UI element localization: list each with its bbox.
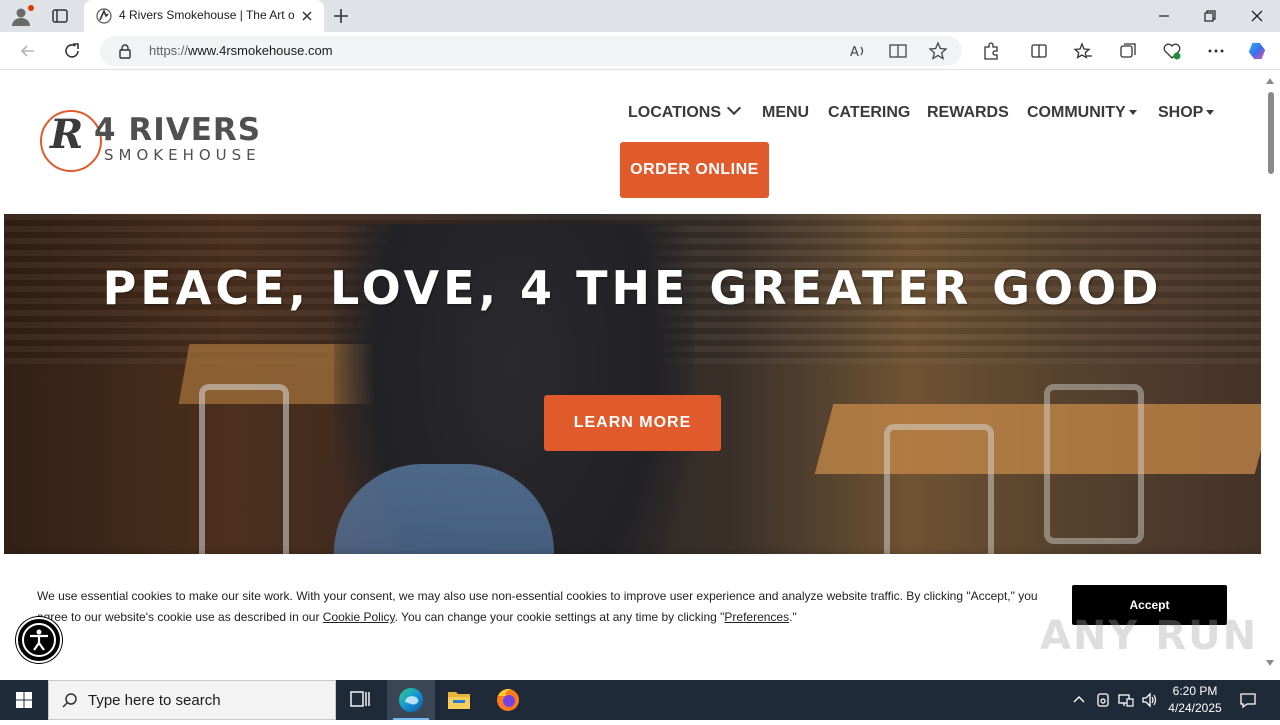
hero-table-right [814, 404, 1261, 474]
network-icon[interactable] [1117, 691, 1135, 709]
notification-dot [28, 5, 34, 11]
lock-icon[interactable] [118, 43, 132, 59]
start-button[interactable] [0, 680, 48, 720]
caret-down-icon [1128, 110, 1137, 116]
cookie-message: We use essential cookies to make our sit… [37, 589, 1038, 624]
immersive-reader-icon[interactable] [888, 41, 908, 61]
restore-icon[interactable] [1200, 6, 1220, 26]
search-placeholder: Type here to search [88, 692, 221, 709]
learn-more-button[interactable]: LEARN MORE [544, 395, 721, 451]
windows-taskbar: Type here to search 6:20 PM 4/24/2025 [0, 680, 1280, 720]
browser-essentials-icon[interactable] [1162, 41, 1182, 61]
site-viewport: R 4 RIVERS SMOKEHOUSE LOCATIONS MENU CAT… [4, 70, 1261, 680]
hero-chair [1044, 384, 1144, 544]
extensions-icon[interactable] [981, 41, 1001, 61]
refresh-icon[interactable] [62, 41, 82, 61]
scroll-thumb[interactable] [1268, 92, 1274, 174]
site-logo[interactable]: R 4 RIVERS SMOKEHOUSE [40, 108, 288, 174]
tab-active[interactable]: 4 Rivers Smokehouse | The Art of [84, 0, 324, 32]
split-screen-icon[interactable] [1029, 41, 1049, 61]
url-text[interactable]: https://www.4rsmokehouse.com [149, 43, 333, 58]
page-scrollbar[interactable] [1261, 70, 1280, 680]
clock-date: 4/24/2025 [1168, 701, 1222, 715]
taskbar-search-box[interactable]: Type here to search [48, 680, 336, 720]
taskbar-edge[interactable] [387, 680, 435, 720]
nav-catering[interactable]: CATERING [828, 104, 910, 122]
nav-locations[interactable]: LOCATIONS [628, 100, 742, 122]
firefox-icon [497, 688, 519, 711]
page-footer-strip [4, 656, 1261, 680]
minimize-icon[interactable] [1154, 6, 1174, 26]
logo-name: 4 RIVERS [94, 112, 262, 148]
taskbar-firefox[interactable] [484, 680, 532, 720]
accessibility-widget-button[interactable] [16, 617, 62, 663]
taskbar-clock[interactable]: 6:20 PM 4/24/2025 [1162, 683, 1228, 717]
cookie-policy-link[interactable]: Cookie Policy [323, 610, 395, 624]
close-tab-icon[interactable] [300, 9, 314, 23]
tray-device-icon[interactable] [1094, 691, 1112, 709]
chevron-down-icon [726, 100, 742, 116]
site-header: R 4 RIVERS SMOKEHOUSE LOCATIONS MENU CAT… [4, 70, 1261, 214]
browser-tab-bar: 4 Rivers Smokehouse | The Art of [0, 0, 1280, 32]
url-host: www.4rsmokehouse.com [188, 43, 333, 58]
collections-icon[interactable] [1118, 41, 1138, 61]
volume-icon[interactable] [1141, 691, 1159, 709]
web-page: R 4 RIVERS SMOKEHOUSE LOCATIONS MENU CAT… [0, 70, 1280, 680]
preferences-link[interactable]: Preferences [724, 610, 789, 624]
copilot-icon[interactable] [1247, 41, 1267, 61]
windows-logo-icon [16, 692, 32, 708]
nav-community[interactable]: COMMUNITY [1027, 104, 1137, 122]
read-aloud-icon[interactable]: A [848, 41, 868, 61]
scroll-up-arrow-icon[interactable] [1266, 78, 1274, 84]
hero-title: PEACE, LOVE, 4 THE GREATER GOOD [102, 261, 1163, 315]
nav-shop[interactable]: SHOP [1158, 104, 1215, 122]
new-tab-icon[interactable] [332, 7, 350, 25]
nav-menu[interactable]: MENU [762, 104, 809, 122]
tab-title: 4 Rivers Smokehouse | The Art of [119, 8, 294, 22]
logo-r-mark: R [50, 111, 84, 158]
caret-down-icon [1206, 110, 1215, 116]
close-window-icon[interactable] [1247, 6, 1267, 26]
order-online-button[interactable]: ORDER ONLINE [620, 142, 769, 198]
tray-overflow-chevron-icon[interactable] [1070, 691, 1088, 709]
back-icon[interactable] [18, 41, 38, 61]
notifications-icon[interactable] [1239, 691, 1257, 709]
more-options-icon[interactable] [1206, 41, 1226, 61]
search-icon [62, 693, 77, 708]
favorite-star-icon[interactable] [928, 41, 948, 61]
logo-subtitle: SMOKEHOUSE [104, 146, 261, 164]
favorites-icon[interactable] [1073, 41, 1093, 61]
accessibility-icon [22, 623, 56, 657]
nav-rewards[interactable]: REWARDS [927, 104, 1009, 122]
taskbar-file-explorer[interactable] [435, 680, 483, 720]
task-view-icon [350, 691, 370, 707]
hero-chair [199, 384, 289, 564]
folder-icon [448, 692, 470, 709]
task-view-button[interactable] [336, 680, 384, 720]
anyrun-watermark: ANY RUN [1040, 613, 1259, 659]
clock-time: 6:20 PM [1172, 684, 1218, 698]
edge-icon [399, 688, 423, 712]
scroll-down-arrow-icon[interactable] [1266, 660, 1274, 666]
tab-actions-icon[interactable] [50, 6, 70, 26]
site-favicon-icon [96, 8, 112, 24]
address-bar-row: https://www.4rsmokehouse.com A [0, 32, 1280, 70]
svg-text:A: A [850, 45, 859, 60]
url-field[interactable]: https://www.4rsmokehouse.com A [100, 36, 962, 66]
url-protocol: https:// [149, 43, 189, 58]
